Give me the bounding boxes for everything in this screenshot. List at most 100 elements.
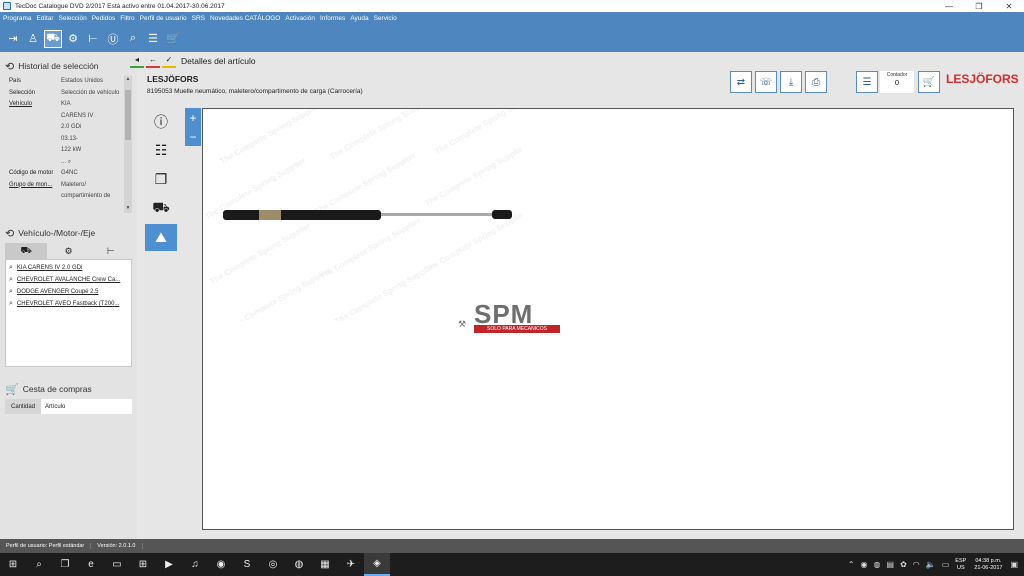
menu-perfil[interactable]: Perfil de usuario	[140, 15, 187, 22]
magnifier-icon[interactable]: ⌕	[68, 159, 71, 165]
firefox-icon[interactable]: ◍	[286, 553, 312, 576]
arrow-left-icon[interactable]: ←	[146, 54, 160, 68]
universal-icon[interactable]: Ⓤ	[104, 30, 122, 48]
menu-seleccion[interactable]: Selección	[59, 15, 87, 22]
check-icon[interactable]: ✓	[162, 54, 176, 68]
tab-engine[interactable]: ⚙	[47, 243, 89, 259]
menu-filtro[interactable]: Filtro	[120, 15, 134, 22]
history-row[interactable]: Grupo de mon... Maletero/	[0, 180, 137, 192]
watermark-text: The Complete Spring Supplier	[318, 215, 423, 282]
notification-icon[interactable]: ▣	[1010, 560, 1018, 569]
scroll-thumb[interactable]	[125, 90, 131, 140]
list-icon[interactable]: ☰	[856, 71, 878, 93]
vehicle-search-icon[interactable]: ⛟	[44, 29, 62, 48]
contact-icon[interactable]: ☏	[755, 71, 777, 93]
page-title: Detalles del artículo	[181, 55, 256, 66]
list-item[interactable]: ⌕ CHEVROLET AVEO Fastback (T200...	[6, 298, 131, 310]
history-row: 03.13-	[61, 135, 79, 142]
tab-axle[interactable]: ⊢	[90, 243, 132, 259]
menu-activacion[interactable]: Activación	[285, 15, 315, 22]
menu-editar[interactable]: Editar	[37, 15, 54, 22]
clock[interactable]: 04:38 p.m. 21-06-2017	[974, 558, 1002, 572]
history-row: 2.0 GDi	[61, 124, 82, 130]
task-view-icon[interactable]: ❐	[52, 553, 78, 576]
image-viewer[interactable]: The Complete Spring Supplier The Complet…	[202, 108, 1014, 530]
watermark-text: The Complete Spring Supplier	[228, 265, 333, 321]
image-icon[interactable]: ⛰	[145, 224, 177, 251]
gas-spring-end	[492, 210, 512, 219]
language-indicator[interactable]: ESP US	[955, 558, 966, 572]
calculator-icon[interactable]: ▦	[312, 553, 338, 576]
contact-card-icon[interactable]: ☷	[145, 137, 177, 164]
info-icon[interactable]: ⓘ	[145, 108, 177, 135]
tray-app-icon[interactable]: ◉	[861, 560, 868, 569]
menu-pedidos[interactable]: Pedidos	[92, 15, 116, 22]
spm-logo-text: SPM	[474, 299, 534, 329]
headphones-icon[interactable]: ♫	[182, 553, 208, 576]
close-button[interactable]: ✕	[994, 0, 1024, 12]
history-scrollbar[interactable]: ▲ ▼	[124, 76, 132, 213]
scroll-down-icon[interactable]: ▼	[124, 205, 132, 213]
chevron-up-icon[interactable]: ⌃	[848, 560, 855, 569]
cart-tools: 🛒	[918, 71, 943, 93]
edge-icon[interactable]: e	[78, 553, 104, 576]
history-row[interactable]: Vehículo KIA	[0, 99, 137, 111]
menu-novedades[interactable]: Novedades CATÁLOGO	[210, 15, 280, 22]
zoom-out-button[interactable]: −	[185, 127, 201, 146]
history-row: País Estados Unidos	[9, 78, 104, 84]
article-tools: ⇄ ☏ ⤓ ⎙	[730, 71, 830, 93]
camera-icon[interactable]: ◎	[260, 553, 286, 576]
tray-app-icon[interactable]: ✿	[900, 560, 907, 569]
add-to-cart-icon[interactable]: 🛒	[918, 71, 940, 93]
zoom-in-button[interactable]: +	[185, 108, 201, 127]
export-icon[interactable]: ⤓	[780, 71, 802, 93]
search-icon[interactable]: ⌕	[124, 30, 142, 48]
vehicles-title: Vehículo-/Motor-/Eje	[18, 228, 96, 238]
engine-icon[interactable]: ⚙	[64, 30, 82, 48]
cart-title: Cesta de compras	[22, 384, 92, 394]
scroll-up-icon[interactable]: ▲	[124, 76, 132, 84]
watermark-text: The Complete Spring Supplier	[333, 260, 438, 321]
maximize-button[interactable]: ❐	[964, 0, 994, 12]
exit-icon[interactable]: ⇥	[4, 30, 22, 48]
history-row: Código de motor G4NC	[9, 170, 78, 176]
store-icon[interactable]: ⊞	[130, 553, 156, 576]
car-icon[interactable]: ⛟	[145, 195, 177, 222]
menu-informes[interactable]: Informes	[320, 15, 345, 22]
gas-spring-cylinder	[223, 210, 381, 220]
list-icon[interactable]: ☰	[144, 30, 162, 48]
watermark-text: The Complete Spring Supplier	[208, 220, 313, 287]
menu-srs[interactable]: SRS	[192, 15, 205, 22]
print-icon[interactable]: ⎙	[805, 71, 827, 93]
skype-icon[interactable]: S	[234, 553, 260, 576]
tecdoc-icon[interactable]: ◈	[364, 553, 390, 576]
cart-icon[interactable]: 🛒	[164, 30, 182, 48]
menu-programa[interactable]: Programa	[3, 15, 32, 22]
menu-ayuda[interactable]: Ayuda	[350, 15, 368, 22]
start-icon[interactable]: ⊞	[0, 553, 26, 576]
compare-icon[interactable]: ⇄	[730, 71, 752, 93]
list-item[interactable]: ⌕ CHEVROLET AVALANCHE Crew Ca...	[6, 274, 131, 286]
media-icon[interactable]: ▶	[156, 553, 182, 576]
search-icon[interactable]: ⌕	[26, 553, 52, 576]
vehicles-header: ⟲ Vehículo-/Motor-/Eje	[0, 223, 137, 243]
minimize-button[interactable]: —	[934, 0, 964, 12]
menu-servicio[interactable]: Servicio	[374, 15, 397, 22]
status-profile: Perfil de usuario: Perfil estándar	[0, 543, 92, 549]
list-item[interactable]: ⌕ DODGE AVENGER Coupé 2.5	[6, 286, 131, 298]
tray-app-icon[interactable]: ◍	[874, 560, 881, 569]
battery-icon[interactable]: ▭	[942, 560, 950, 569]
wifi-icon[interactable]: ◠	[913, 560, 920, 569]
chrome-icon[interactable]: ◉	[208, 553, 234, 576]
tab-vehicle[interactable]: ⛟	[5, 243, 48, 259]
volume-icon[interactable]: 🔈	[926, 560, 936, 569]
documents-icon[interactable]: ❐	[145, 166, 177, 193]
app-icon[interactable]: ✈	[338, 553, 364, 576]
network-icon[interactable]: ▤	[887, 560, 895, 569]
list-item[interactable]: ⌕ KIA CARENS IV 2.0 GDi	[6, 262, 131, 274]
user-icon[interactable]: ♙	[24, 30, 42, 48]
folder-icon[interactable]: ▭	[104, 553, 130, 576]
back-icon[interactable]: ◂	[130, 54, 144, 68]
magnifier-icon: ⌕	[9, 300, 13, 307]
axle-icon[interactable]: ⊢	[84, 30, 102, 48]
